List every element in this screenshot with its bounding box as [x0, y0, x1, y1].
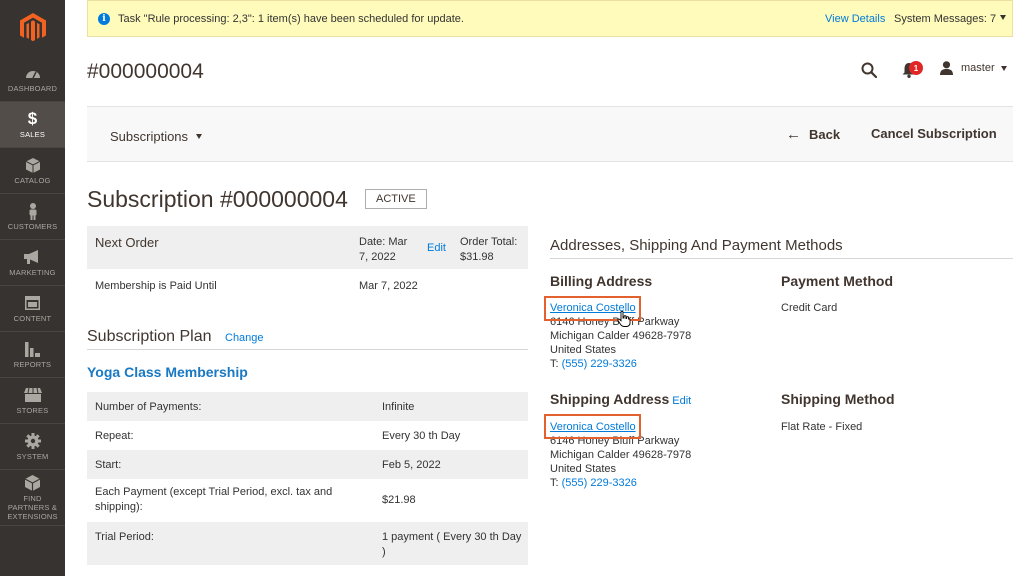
- sidebar-item-customers[interactable]: Customers: [0, 194, 65, 240]
- shipping-method-value: Flat Rate - Fixed: [781, 421, 863, 433]
- page-title: #000000004: [87, 60, 204, 83]
- billing-country: United States: [550, 344, 617, 356]
- back-button[interactable]: ← Back: [786, 126, 840, 143]
- shipping-method-heading: Shipping Method: [781, 391, 895, 407]
- table-row: Start: Feb 5, 2022: [87, 450, 528, 479]
- subscription-plan-header: Subscription Plan Change: [87, 328, 528, 350]
- dollar-icon: $: [27, 109, 38, 128]
- layout-icon: [25, 294, 40, 312]
- billing-phone-prefix: T:: [550, 358, 562, 370]
- shipping-address-edit-link[interactable]: Edit: [672, 395, 691, 407]
- system-message-bar: i Task "Rule processing: 2,3": 1 item(s)…: [87, 0, 1013, 37]
- box-icon: [25, 156, 40, 174]
- next-order-heading: Next Order: [95, 235, 159, 250]
- cancel-subscription-button[interactable]: Cancel Subscription: [871, 126, 997, 141]
- sidebar-item-system[interactable]: System: [0, 424, 65, 470]
- sidebar-item-sales[interactable]: $ Sales: [0, 102, 65, 148]
- next-order-edit-link[interactable]: Edit: [427, 242, 446, 254]
- paid-until-row: Membership is Paid Until Mar 7, 2022: [87, 270, 528, 302]
- sidebar-item-marketing[interactable]: Marketing: [0, 240, 65, 286]
- sidebar-item-partners[interactable]: Find Partners & Extensions: [0, 470, 65, 526]
- info-icon: i: [98, 12, 110, 25]
- table-row: Trial Period: 1 payment ( Every 30 th Da…: [87, 522, 528, 565]
- system-messages-toggle[interactable]: System Messages: 7: [894, 13, 996, 25]
- back-button-label: Back: [809, 127, 841, 142]
- plan-details-table: Number of Payments: Infinite Repeat: Eve…: [87, 392, 528, 565]
- view-details-link[interactable]: View Details: [825, 13, 885, 25]
- next-order-date: Date: Mar 7, 2022: [359, 236, 408, 263]
- shipping-address-heading-label: Shipping Address: [550, 391, 670, 407]
- subscription-plan-heading: Subscription Plan: [87, 328, 212, 345]
- cube-icon: [25, 474, 40, 492]
- chevron-down-icon: [1000, 65, 1007, 71]
- paid-until-value: Mar 7, 2022: [359, 280, 418, 292]
- page-actions-bar: Subscriptions ← Back Cancel Subscription: [87, 106, 1013, 162]
- highlight-box: [544, 414, 641, 439]
- subscriptions-switcher[interactable]: Subscriptions: [110, 129, 203, 144]
- notification-count-badge[interactable]: 1: [909, 61, 923, 75]
- person-icon: [28, 202, 38, 220]
- sidebar-item-dashboard[interactable]: Dashboard: [0, 56, 65, 102]
- store-icon: [23, 386, 42, 404]
- search-icon[interactable]: [861, 62, 878, 83]
- payment-method-heading: Payment Method: [781, 273, 894, 289]
- arrow-left-icon: ←: [786, 126, 801, 143]
- table-row: Repeat: Every 30 th Day: [95, 430, 461, 442]
- shipping-address-heading: Shipping Address Edit: [550, 391, 691, 407]
- billing-address-heading: Billing Address: [550, 273, 653, 289]
- change-plan-link[interactable]: Change: [225, 332, 264, 344]
- status-badge: ACTIVE: [365, 189, 427, 209]
- next-order-total: Order Total: $31.98: [460, 236, 518, 263]
- paid-until-label: Membership is Paid Until: [95, 280, 217, 292]
- billing-phone-link[interactable]: (555) 229-3326: [562, 358, 637, 370]
- shipping-country: United States: [550, 463, 617, 475]
- admin-sidebar: Dashboard $ Sales Catalog Customers Mark…: [0, 0, 65, 576]
- magento-logo[interactable]: [0, 0, 65, 56]
- chevron-down-icon[interactable]: [1000, 15, 1006, 20]
- shipping-phone-prefix: T:: [550, 477, 562, 489]
- gear-icon: [24, 432, 41, 450]
- chevron-down-icon: [196, 134, 203, 139]
- system-message-text: Task "Rule processing: 2,3": 1 item(s) h…: [118, 12, 464, 25]
- dashboard-icon: [25, 64, 41, 82]
- hand-cursor-icon: [617, 310, 631, 332]
- next-order-header: Next Order Date: Mar 7, 2022 Edit Order …: [87, 226, 528, 269]
- shipping-city: Michigan Calder 49628-7978: [550, 449, 692, 461]
- megaphone-icon: [23, 248, 42, 266]
- sidebar-item-catalog[interactable]: Catalog: [0, 148, 65, 194]
- user-name: master: [961, 62, 995, 74]
- user-menu[interactable]: master: [940, 61, 1007, 75]
- subscriptions-switcher-label: Subscriptions: [110, 129, 189, 144]
- sidebar-item-stores[interactable]: Stores: [0, 378, 65, 424]
- table-row: Number of Payments: Infinite: [87, 392, 528, 421]
- user-icon: [940, 61, 953, 75]
- bar-chart-icon: [25, 340, 40, 358]
- payment-method-value: Credit Card: [781, 302, 838, 314]
- addresses-heading: Addresses, Shipping And Payment Methods: [550, 237, 1013, 259]
- subscription-title: Subscription #000000004: [87, 186, 348, 212]
- sidebar-item-content[interactable]: Content: [0, 286, 65, 332]
- plan-name-link[interactable]: Yoga Class Membership: [87, 364, 248, 380]
- table-row: Each Payment (except Trial Period, excl.…: [95, 486, 416, 513]
- sidebar-item-reports[interactable]: Reports: [0, 332, 65, 378]
- shipping-phone-link[interactable]: (555) 229-3326: [562, 477, 637, 489]
